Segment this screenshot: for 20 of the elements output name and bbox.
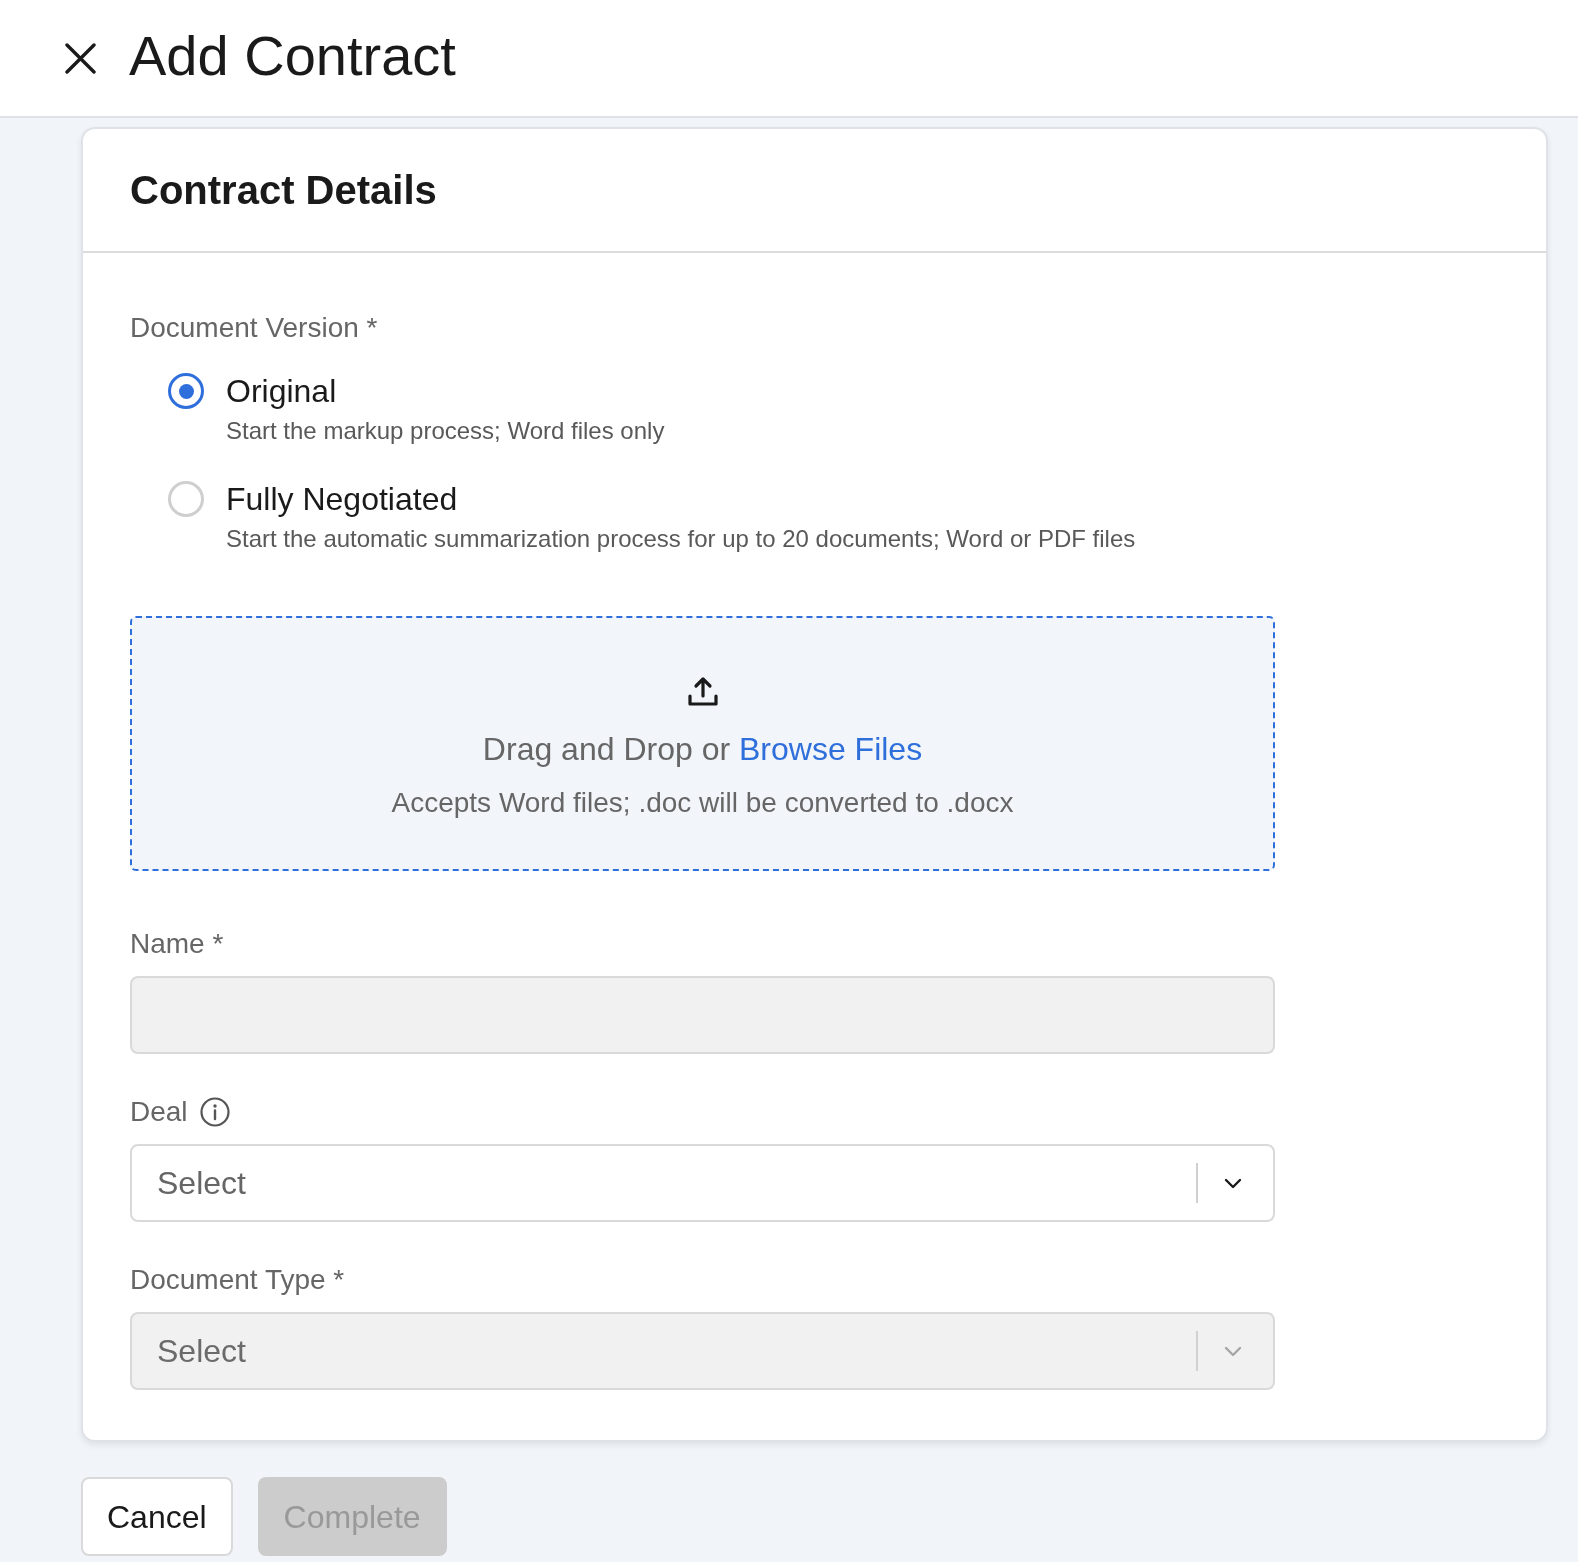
radio-button[interactable]	[168, 373, 204, 409]
select-field[interactable]: Select	[130, 1144, 1275, 1222]
option-label: Original	[226, 372, 337, 411]
upload-hint: Accepts Word files; .doc will be converted to .docx	[391, 786, 1014, 820]
field-label: Name *	[130, 927, 224, 961]
page-title: Add Contract	[129, 23, 456, 89]
info-icon[interactable]	[199, 1097, 230, 1127]
upload-icon	[686, 675, 719, 707]
browse-files-link[interactable]: Browse Files	[739, 731, 923, 767]
cancel-button[interactable]: Cancel	[81, 1477, 233, 1556]
field-label: Deal	[130, 1095, 188, 1129]
upload-prompt: Drag and Drop or Browse Files	[482, 730, 923, 769]
file-drop-zone[interactable]: Drag and Drop or Browse Files Accepts Word files; .doc will be converted to .docx	[130, 616, 1275, 871]
option-label: Fully Negotiated	[226, 480, 458, 519]
field-label: Document Version *	[130, 311, 378, 345]
close-icon[interactable]	[65, 42, 96, 74]
option-description: Start the automatic summarization process for up to 20 documents; Word or PDF files	[226, 524, 1136, 554]
field-label: Document Type *	[130, 1263, 345, 1297]
section-title: Contract Details	[130, 167, 437, 214]
option-description: Start the markup process; Word files only	[226, 416, 665, 446]
